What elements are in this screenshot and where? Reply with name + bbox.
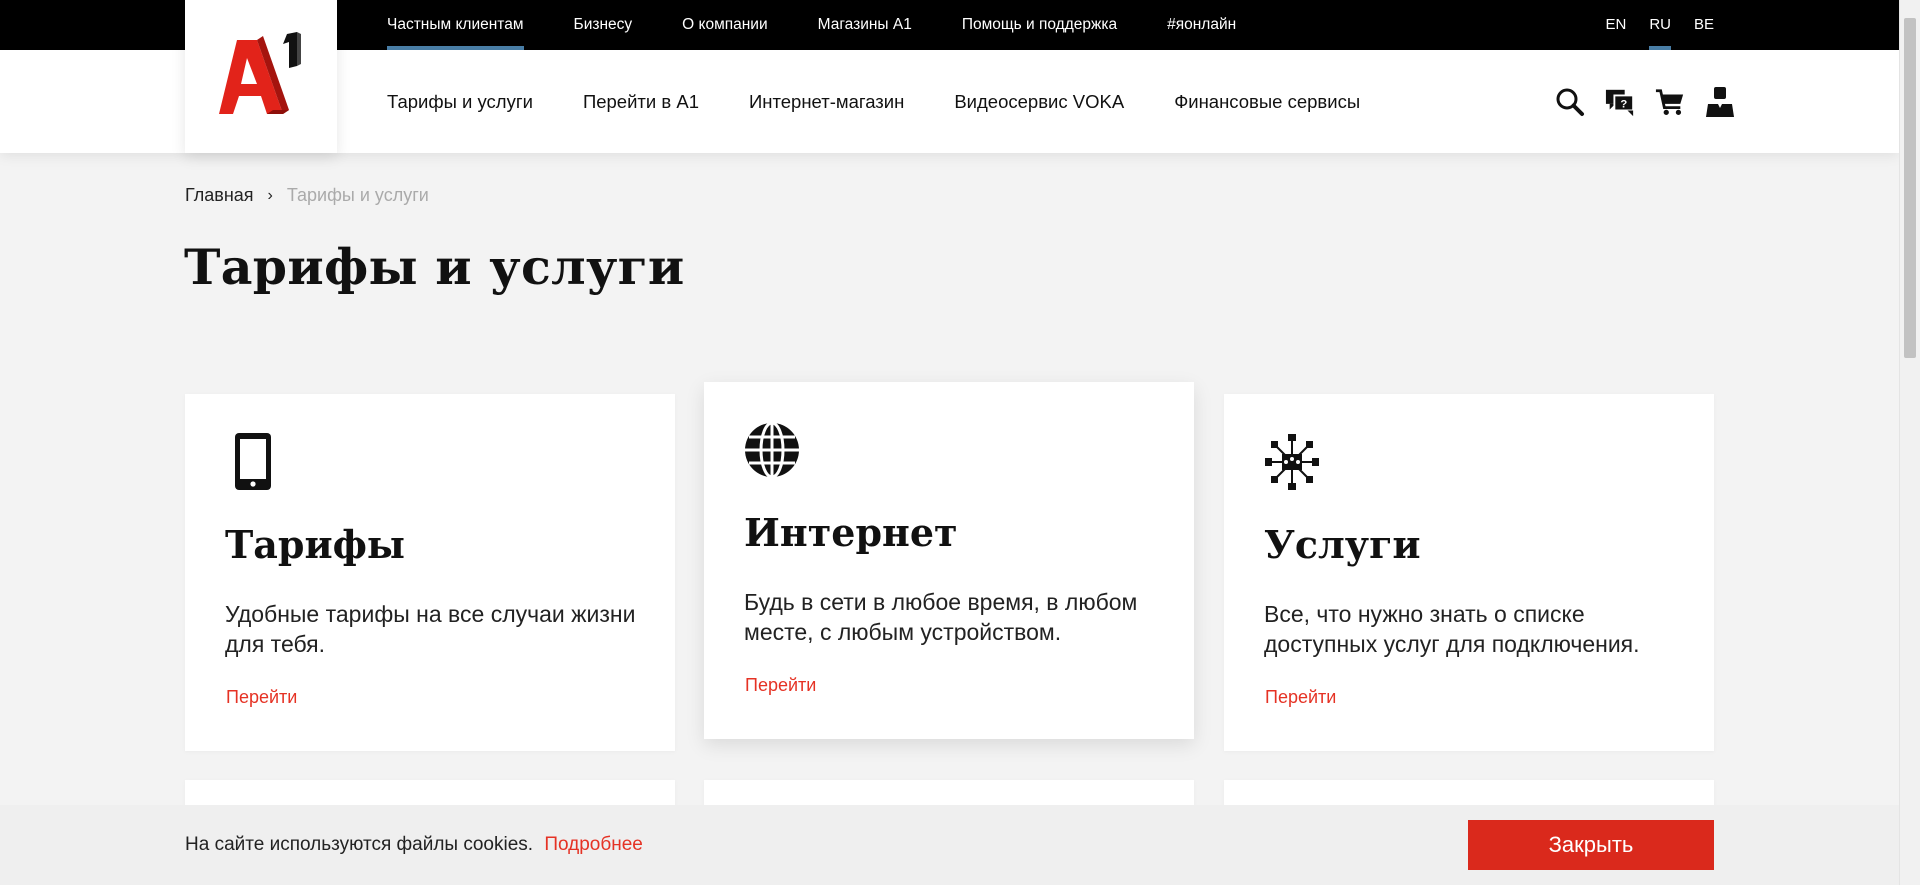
globe-icon	[744, 420, 802, 480]
card-description: Все, что нужно знать о списке доступных …	[1264, 601, 1640, 657]
breadcrumb-home[interactable]: Главная	[185, 185, 254, 206]
card-title: Услуги	[1264, 522, 1421, 567]
card-title: Интернет	[744, 510, 958, 555]
a1-logo[interactable]	[185, 0, 337, 153]
network-services-icon	[1264, 432, 1322, 492]
header-tools: ?	[1535, 50, 1735, 153]
breadcrumb-separator: ›	[267, 186, 273, 204]
a1-logo-icon	[219, 31, 301, 114]
cookie-close-button[interactable]: Закрыть	[1468, 820, 1714, 870]
lang-ru[interactable]: RU	[1649, 0, 1671, 50]
nav-tariffs-services[interactable]: Тарифы и услуги	[387, 91, 533, 113]
card-title: Тарифы	[225, 522, 406, 567]
nav-online-shop[interactable]: Интернет-магазин	[749, 91, 904, 113]
topnav-business[interactable]: Бизнесу	[574, 0, 633, 50]
top-nav: Частным клиентам Бизнесу О компании Мага…	[387, 0, 1286, 50]
topnav-help[interactable]: Помощь и поддержка	[962, 0, 1117, 50]
smartphone-icon	[225, 432, 283, 492]
user-icon[interactable]	[1705, 86, 1735, 118]
nav-switch-to-a1[interactable]: Перейти в А1	[583, 91, 699, 113]
card-services[interactable]: Услуги Все, что нужно знать о списке дос…	[1224, 394, 1714, 751]
search-icon[interactable]	[1555, 86, 1585, 118]
breadcrumb-current: Тарифы и услуги	[286, 185, 429, 205]
help-chat-icon[interactable]: ?	[1605, 86, 1635, 118]
card-tariffs[interactable]: Тарифы Удобные тарифы на все случаи жизн…	[185, 394, 675, 751]
topnav-about[interactable]: О компании	[682, 0, 768, 50]
cookie-more-link[interactable]: Подробнее	[544, 834, 643, 855]
page-title: Тарифы и услуги	[184, 238, 685, 296]
cookie-message: На сайте используются файлы cookies.	[185, 834, 534, 855]
topnav-private-clients[interactable]: Частным клиентам	[387, 0, 524, 50]
scrollbar-thumb[interactable]	[1904, 18, 1916, 358]
page-scrollbar[interactable]	[1899, 0, 1920, 885]
language-switcher: EN RU BE	[1582, 0, 1714, 50]
card-description: Будь в сети в любое время, в любом месте…	[744, 589, 1138, 645]
lang-en[interactable]: EN	[1605, 0, 1626, 50]
nav-voka[interactable]: Видеосервис VOKA	[954, 91, 1124, 113]
main-nav: Тарифы и услуги Перейти в А1 Интернет-ма…	[387, 50, 1410, 153]
cookie-banner: На сайте используются файлы cookies. Под…	[0, 805, 1899, 885]
card-go-link[interactable]: Перейти	[226, 687, 297, 708]
cookie-text-row: На сайте используются файлы cookies. Под…	[185, 834, 643, 856]
nav-financial-services[interactable]: Финансовые сервисы	[1174, 91, 1360, 113]
topnav-shops[interactable]: Магазины А1	[818, 0, 912, 50]
breadcrumb: Главная › Тарифы и услуги	[185, 185, 429, 206]
lang-be[interactable]: BE	[1694, 0, 1714, 50]
topnav-online[interactable]: #яонлайн	[1167, 0, 1236, 50]
cart-icon[interactable]	[1655, 86, 1685, 118]
card-description: Удобные тарифы на все случаи жизни для т…	[225, 601, 636, 657]
card-go-link[interactable]: Перейти	[745, 675, 816, 696]
svg-text:?: ?	[1620, 98, 1627, 110]
card-go-link[interactable]: Перейти	[1265, 687, 1336, 708]
card-internet[interactable]: Интернет Будь в сети в любое время, в лю…	[704, 382, 1194, 739]
